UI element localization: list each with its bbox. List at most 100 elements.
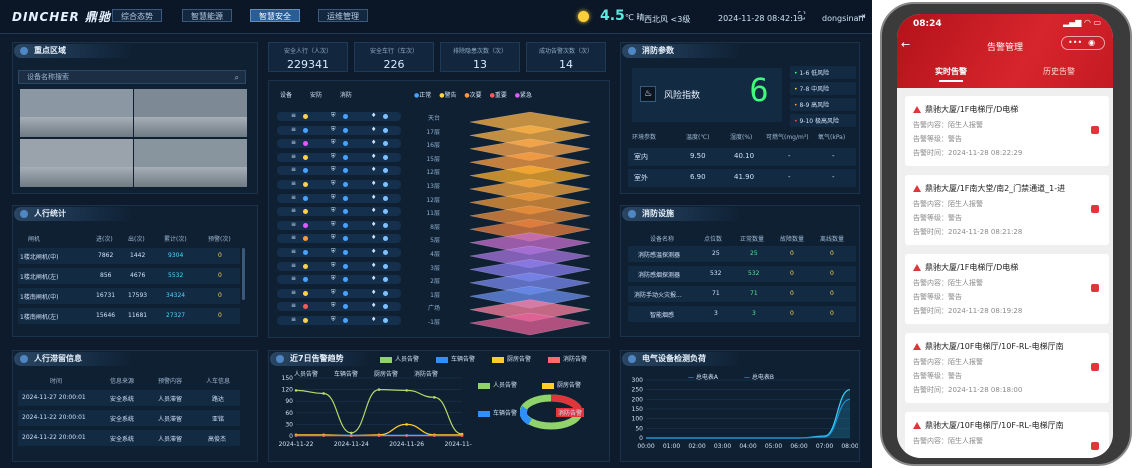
data-point[interactable]	[322, 392, 325, 395]
floor-label[interactable]: 13层	[400, 181, 440, 190]
building-3d[interactable]	[440, 104, 610, 336]
floor-label[interactable]: 3层	[400, 263, 440, 272]
series-line[interactable]	[295, 388, 463, 435]
tab-history[interactable]: 历史告警	[1005, 66, 1113, 77]
shield-icon: ⛨	[331, 316, 336, 323]
tab-security[interactable]: 安防	[310, 92, 322, 99]
nav-energy[interactable]: 智慧能源	[182, 9, 232, 22]
floor-row[interactable]: ≡ ⛨ ♦	[277, 152, 401, 162]
tab-fire[interactable]: 消防	[340, 92, 352, 99]
data-point[interactable]	[460, 434, 464, 437]
capsule-menu[interactable]: ••• ◉	[1061, 36, 1105, 50]
data-point[interactable]	[433, 396, 436, 399]
table-row[interactable]: 消防感烟探测器 532 532 0 0	[628, 266, 856, 282]
trend-chart[interactable]: 150 120 90 60 30 02024-11-22 2024-11-24 2024-11…	[272, 368, 472, 460]
logout-icon[interactable]: ⇥	[858, 12, 866, 22]
camera-feed-1[interactable]	[20, 89, 133, 137]
data-point[interactable]	[405, 423, 408, 426]
search-icon[interactable]: ⌕	[235, 72, 239, 84]
data-point[interactable]	[350, 431, 353, 435]
floor-row[interactable]: ≡ ⛨ ♦	[277, 288, 401, 298]
nav-security[interactable]: 智慧安全	[250, 9, 300, 22]
floor-row[interactable]: ≡ ⛨ ♦	[277, 139, 401, 149]
floor-row[interactable]: ≡ ⛨ ♦	[277, 302, 401, 312]
table-row[interactable]: 1楼南闸机(中) 16731 17593 34324 0	[18, 288, 240, 304]
floor-label[interactable]: 天台	[400, 113, 440, 122]
floor-row[interactable]: ≡ ⛨ ♦	[277, 316, 401, 325]
alarm-arrow-icon[interactable]	[1091, 442, 1099, 450]
alarm-card[interactable]: 鼎驰大厦/1F南大堂/南2_门禁通道_1-进 告警内容：陌生人报警 告警等级：警…	[905, 175, 1109, 245]
data-point[interactable]	[405, 389, 408, 392]
device-search-input[interactable]: 设备名称搜索 ⌕	[18, 70, 246, 84]
elec-chart[interactable]: 300 250 200 150 100 50 000:00 01:00 02:00 03:00 04…	[622, 376, 858, 460]
floor-row[interactable]: ≡ ⛨ ♦	[277, 180, 401, 189]
table-row[interactable]: 室内 9.50 40.10 - -	[628, 148, 856, 166]
table-row[interactable]: 1楼北闸机(中) 7862 1442 9304 0	[18, 248, 240, 264]
floor-label[interactable]: 1层	[400, 290, 440, 299]
floor-row[interactable]: ≡ ⛨ ♦	[277, 112, 401, 121]
alarm-card[interactable]: 鼎驰大厦/1F电梯厅/D电梯 告警内容：陌生人报警 告警等级：警告 告警时间：2…	[905, 254, 1109, 324]
data-point[interactable]	[294, 434, 298, 437]
floor-row[interactable]: ≡ ⛨ ♦	[277, 261, 401, 271]
table-row[interactable]: 消防手动火灾报... 71 71 0 0	[628, 286, 856, 302]
floor-label[interactable]: 15层	[400, 154, 440, 163]
table-row[interactable]: 1楼北闸机(左) 856 4676 5532 0	[18, 268, 240, 284]
floor-row[interactable]: ≡ ⛨ ♦	[277, 125, 401, 135]
floor-row[interactable]: ≡ ⛨ ♦	[277, 207, 401, 217]
alarm-card[interactable]: 鼎驰大厦/10F电梯厅/10F-RL-电梯厅南 告警内容：陌生人报警 告警等级：…	[905, 333, 1109, 403]
floor-label[interactable]: 8层	[400, 222, 440, 231]
more-icon[interactable]: •••	[1068, 38, 1082, 47]
floor-row[interactable]: ≡ ⛨ ♦	[277, 166, 401, 176]
floor-slab[interactable]	[469, 312, 591, 336]
col-gate: 闸机	[28, 236, 41, 243]
floor-label[interactable]: 17层	[400, 127, 440, 136]
y-tick-label: 120	[282, 387, 294, 394]
tab-realtime[interactable]: 实时告警	[897, 66, 1005, 77]
camera-feed-3[interactable]	[20, 139, 133, 187]
camera-feed-4[interactable]	[134, 139, 247, 187]
series-line[interactable]	[646, 389, 851, 439]
tab-device[interactable]: 设备	[280, 92, 292, 99]
floor-label[interactable]: 12层	[400, 195, 440, 204]
nav-ops[interactable]: 运维管理	[318, 9, 368, 22]
table-row[interactable]: 2024-11-27 20:00:01 安全系统 人员滞留 路达	[18, 390, 240, 406]
floor-label[interactable]: 2层	[400, 276, 440, 285]
alarm-arrow-icon[interactable]	[1091, 284, 1099, 292]
data-point[interactable]	[433, 434, 436, 437]
floor-label[interactable]: -1层	[400, 317, 440, 326]
data-point[interactable]	[322, 434, 325, 437]
alarm-arrow-icon[interactable]	[1091, 363, 1099, 371]
nav-overview[interactable]: 综合态势	[112, 9, 162, 22]
data-point[interactable]	[377, 388, 381, 391]
floor-row[interactable]: ≡ ⛨ ♦	[277, 234, 401, 244]
data-point[interactable]	[377, 434, 381, 437]
floor-label[interactable]: 4层	[400, 249, 440, 258]
camera-feed-2[interactable]	[134, 89, 247, 137]
fullscreen-icon[interactable]: ⛶	[798, 11, 805, 22]
floor-row[interactable]: ≡ ⛨ ♦	[277, 275, 401, 285]
alarm-card[interactable]: 鼎驰大厦/1F电梯厅/D电梯 告警内容：陌生人报警 告警等级：警告 告警时间：2…	[905, 96, 1109, 166]
floor-label[interactable]: 11层	[400, 208, 440, 217]
floor-row[interactable]: ≡ ⛨ ♦	[277, 248, 401, 257]
alarm-card[interactable]: 鼎驰大厦/10F电梯厅/10F-RL-电梯厅南 告警内容：陌生人报警	[905, 412, 1109, 458]
floor-label[interactable]: 广场	[400, 303, 440, 312]
table-row[interactable]: 2024-11-22 20:00:01 安全系统 人员滞留 亚铭	[18, 410, 240, 426]
floor-label[interactable]: 12层	[400, 167, 440, 176]
table-row[interactable]: 消防感温探测器 25 25 0 0	[628, 246, 856, 262]
close-icon[interactable]: ◉	[1088, 38, 1095, 47]
data-point[interactable]	[350, 434, 353, 437]
floor-row[interactable]: ≡ ⛨ ♦	[277, 220, 401, 230]
floor-row[interactable]: ≡ ⛨ ♦	[277, 193, 401, 203]
scrollbar[interactable]	[242, 248, 245, 300]
table-row[interactable]: 室外 6.90 41.90 - -	[628, 169, 856, 187]
floor-label[interactable]: 5层	[400, 235, 440, 244]
alarm-arrow-icon[interactable]	[1091, 205, 1099, 213]
fire-icon: ♦	[371, 275, 377, 283]
data-point[interactable]	[294, 389, 298, 392]
alarm-arrow-icon[interactable]	[1091, 126, 1099, 134]
table-row[interactable]: 2024-11-22 20:00:01 安全系统 人员滞留 高俊杰	[18, 430, 240, 446]
table-row[interactable]: 1楼南闸机(左) 15646 11681 27327 0	[18, 308, 240, 324]
floor-label[interactable]: 16层	[400, 140, 440, 149]
data-point[interactable]	[405, 434, 408, 437]
table-row[interactable]: 智能烟感 3 3 0 0	[628, 306, 856, 322]
